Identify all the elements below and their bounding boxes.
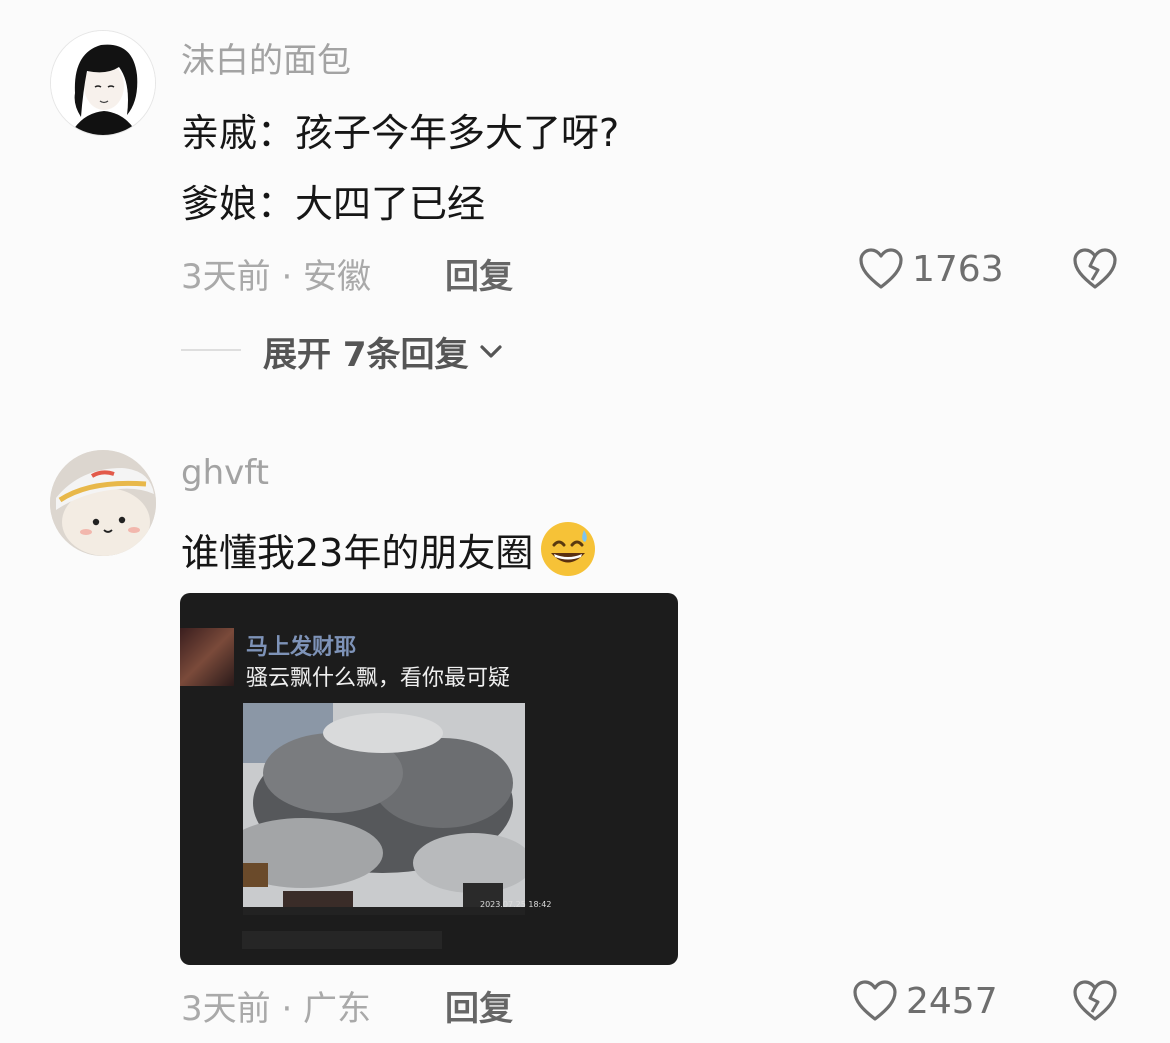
- moments-avatar: [180, 628, 234, 686]
- like-button[interactable]: 2457: [852, 979, 998, 1023]
- expand-replies-button[interactable]: 展开 7条回复: [263, 327, 503, 376]
- reply-button[interactable]: 回复: [445, 981, 513, 1030]
- broken-heart-icon: [1073, 248, 1117, 289]
- like-button[interactable]: 1763: [858, 247, 1004, 291]
- moments-username: 马上发财耶: [246, 635, 357, 660]
- dislike-button[interactable]: [1072, 978, 1118, 1024]
- comment-text: 谁懂我23年的朋友圈: [181, 530, 534, 575]
- broken-heart-icon: [1073, 980, 1117, 1021]
- comment-text-line: 谁懂我23年的朋友圈: [181, 520, 597, 578]
- reply-button[interactable]: 回复: [445, 249, 513, 298]
- photo-timestamp: 2023.07.25 18:42: [480, 900, 552, 909]
- sweat-smile-emoji-icon: [541, 522, 596, 576]
- comment-text-line: 亲戚：孩子今年多大了呀?: [181, 111, 620, 155]
- heart-outline-icon: [859, 248, 903, 289]
- expand-replies-label: 展开 7条回复: [263, 335, 469, 375]
- dislike-button[interactable]: [1072, 246, 1118, 292]
- like-count: 1763: [912, 248, 1004, 290]
- attached-screenshot[interactable]: 马上发财耶 骚云飘什么飘，看你最可疑 2023.07.25 18:42: [180, 593, 678, 965]
- blurred-bar: [242, 931, 442, 949]
- chevron-down-icon: [479, 344, 502, 358]
- username[interactable]: ghvft: [181, 453, 269, 493]
- divider: [181, 349, 241, 351]
- like-count: 2457: [906, 980, 998, 1022]
- cloud-photo: [243, 703, 525, 915]
- comment-text-line: 爹娘：大四了已经: [181, 182, 486, 226]
- username[interactable]: 沫白的面包: [181, 33, 351, 82]
- heart-outline-icon: [853, 980, 897, 1021]
- comment-time-location: 3天前 · 广东: [181, 989, 372, 1029]
- moments-post-text: 骚云飘什么飘，看你最可疑: [246, 666, 511, 691]
- comment-time-location: 3天前 · 安徽: [181, 257, 372, 297]
- user-avatar[interactable]: [50, 450, 156, 556]
- user-avatar[interactable]: [50, 30, 156, 136]
